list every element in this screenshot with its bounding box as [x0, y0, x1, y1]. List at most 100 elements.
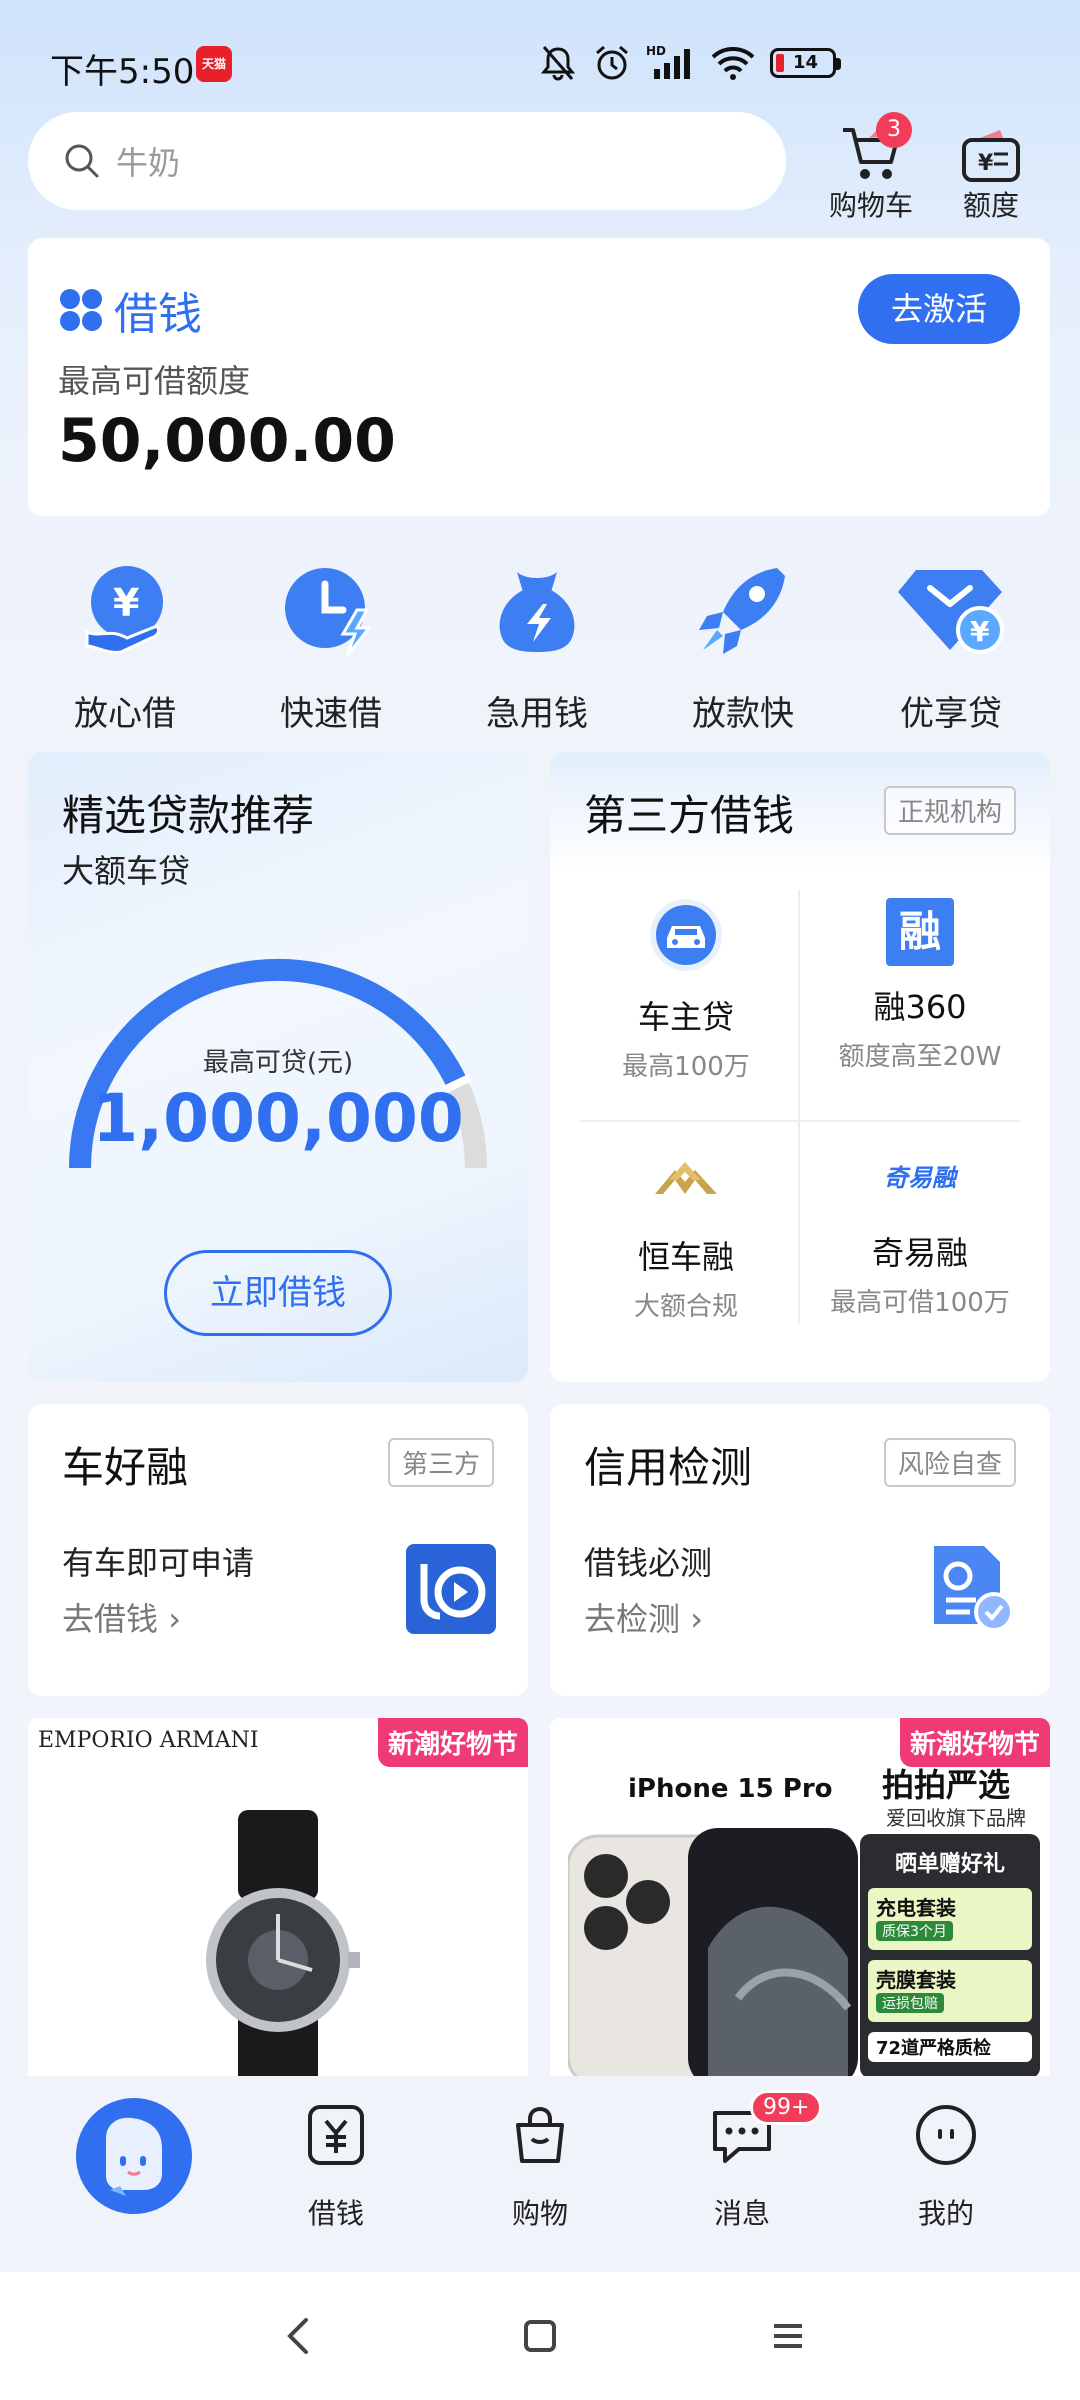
cart-button[interactable]: 3 购物车 [816, 112, 926, 224]
loan-card[interactable]: 借钱 最高可借额度 50,000.00 去激活 [28, 238, 1050, 516]
document-check-icon [934, 1546, 1014, 1632]
chehaorong-panel[interactable]: 车好融 第三方 有车即可申请 去借钱 › [28, 1404, 528, 1696]
quick-action-fangkuankuai[interactable]: 放款快 [658, 552, 828, 735]
svg-text:¥: ¥ [978, 151, 994, 176]
nav-label: 借钱 [307, 2197, 364, 2230]
gauge-value: 1,000,000 [92, 1080, 464, 1157]
credit-check-title: 信用检测 [584, 1443, 753, 1492]
go-borrow-link[interactable]: 去借钱 › [62, 1594, 181, 1640]
cart-count-badge: 3 [876, 112, 912, 148]
status-icons: HD 14 [538, 40, 841, 86]
qiyirong-logo-icon: 奇易融 [884, 1164, 956, 1192]
promo-subtitle: 爱回收旗下品牌 [886, 1806, 1026, 1830]
product-card-iphone[interactable]: 新潮好物节 iPhone 15 Pro 拍拍严选 爱回收旗下品牌 晒单赠好礼 充… [550, 1718, 1050, 2078]
lender-qiyirong[interactable]: 奇易融 奇易融 最高可借100万 [810, 1144, 1030, 1319]
product-card-watch[interactable]: EMPORIO ARMANI 新潮好物节 [28, 1718, 528, 2078]
quick-action-youxiangdai[interactable]: ¥ 优享贷 [866, 552, 1036, 735]
lender-rong360[interactable]: 融 融360 额度高至20W [810, 898, 1030, 1073]
lender-desc: 大额合规 [633, 1292, 738, 1322]
search-placeholder: 牛奶 [116, 144, 181, 182]
quick-action-kuaisujie[interactable]: 快速借 [246, 552, 416, 735]
credit-check-tag: 风险自查 [883, 1438, 1016, 1487]
gift-item: 72道严格质检 [868, 2032, 1032, 2062]
quick-action-label: 急用钱 [486, 694, 588, 734]
quick-action-jiyongqian[interactable]: 急用钱 [452, 552, 622, 735]
featured-loan-panel[interactable]: 精选贷款推荐 大额车贷 最高可贷(元) 1,000,000 立即借钱 [28, 752, 528, 1382]
lender-desc: 最高100万 [622, 1052, 750, 1082]
svg-text:¥: ¥ [970, 615, 990, 648]
gauge-label: 最高可贷(元) [202, 1048, 354, 1078]
signal-hd-icon: HD [646, 44, 690, 79]
activate-button[interactable]: 去激活 [858, 274, 1020, 344]
shopping-bag-icon [516, 2106, 564, 2163]
watch-image [206, 1810, 360, 2078]
lender-name: 车主贷 [637, 998, 734, 1036]
third-party-panel: 第三方借钱 正规机构 车主贷 最高100万 融 融360 额度高至20W 恒车融… [550, 752, 1050, 1382]
go-check-link[interactable]: 去检测 › [584, 1594, 703, 1640]
search-bar[interactable]: 牛奶 [28, 112, 786, 210]
quota-button[interactable]: ¥ 额度 [936, 112, 1046, 224]
loan-subtitle: 最高可借额度 [58, 362, 251, 400]
status-time: 下午5:50 [50, 52, 195, 92]
svg-text:¥: ¥ [113, 581, 139, 625]
gift-panel: 晒单赠好礼 充电套装 质保3个月 壳膜套装 运损包赔 72道严格质检 [860, 1834, 1040, 2078]
search-icon [65, 144, 99, 178]
lender-name: 恒车融 [637, 1238, 734, 1276]
featured-loan-title: 精选贷款推荐 [62, 791, 315, 840]
yuan-hand-icon: ¥ [85, 566, 163, 654]
quick-action-label: 优享贷 [900, 694, 1002, 734]
gift-title: 晒单赠好礼 [894, 1852, 1005, 1877]
quick-action-label: 放款快 [692, 694, 794, 734]
tmall-notification-icon: 天猫 [196, 46, 232, 82]
lender-desc: 额度高至20W [838, 1042, 1002, 1072]
chehaorong-title: 车好融 [62, 1443, 189, 1492]
borrow-now-button[interactable]: 立即借钱 [164, 1250, 392, 1336]
rocket-icon [699, 568, 785, 654]
quota-label: 额度 [962, 189, 1019, 222]
chehaorong-logo-icon [406, 1544, 496, 1634]
nav-profile[interactable]: 我的 [876, 2096, 1016, 2232]
lender-chezhudai[interactable]: 车主贷 最高100万 [576, 898, 796, 1083]
featured-loan-subtitle: 大额车贷 [62, 852, 191, 890]
quick-action-fangxinjie[interactable]: ¥ 放心借 [40, 552, 210, 735]
chehaorong-line: 有车即可申请 [62, 1544, 255, 1582]
chehaorong-tag: 第三方 [387, 1438, 494, 1487]
profile-face-icon [916, 2105, 976, 2165]
battery-icon: 14 [770, 48, 841, 78]
clock-bolt-icon [285, 568, 373, 657]
nav-label: 我的 [917, 2197, 974, 2230]
car-icon [650, 899, 722, 971]
lender-name: 融360 [873, 988, 967, 1026]
lender-desc: 最高可借100万 [830, 1288, 1010, 1318]
money-bag-icon [499, 572, 575, 652]
battery-level: 14 [793, 52, 819, 73]
promo-badge: 新潮好物节 [377, 1718, 528, 1767]
gift-item: 充电套装 [876, 1896, 956, 1920]
wallet-icon: ¥ [962, 130, 1020, 182]
gift-item-note: 质保3个月 [876, 1921, 953, 1941]
nav-shopping[interactable]: 购物 [470, 2096, 610, 2232]
divider [580, 1120, 1020, 1122]
quick-action-label: 快速借 [280, 694, 382, 734]
cart-label: 购物车 [828, 189, 913, 222]
quick-action-label: 放心借 [74, 694, 176, 734]
rong-logo-icon: 融 [886, 898, 954, 966]
home-icon[interactable] [520, 2316, 560, 2356]
menu-icon[interactable] [768, 2316, 808, 2356]
nav-borrow[interactable]: 借钱 [266, 2096, 406, 2232]
alarm-icon [596, 45, 628, 80]
third-party-title: 第三方借钱 [584, 791, 795, 840]
clover-icon [60, 289, 102, 331]
promo-title: 拍拍严选 [882, 1766, 1011, 1804]
svg-text:HD: HD [646, 44, 666, 58]
divider [798, 890, 800, 1324]
home-mascot-button[interactable] [76, 2098, 192, 2214]
credit-check-line: 借钱必测 [584, 1544, 713, 1582]
loan-title-text: 借钱 [114, 289, 202, 340]
brand-logo: EMPORIO ARMANI [38, 1728, 259, 1753]
credit-check-panel[interactable]: 信用检测 风险自查 借钱必测 去检测 › [550, 1404, 1050, 1696]
lender-hengcherong[interactable]: 恒车融 大额合规 [576, 1144, 796, 1323]
back-icon[interactable] [280, 2316, 316, 2356]
nav-messages[interactable]: 99+ 消息 [672, 2090, 823, 2232]
loan-title: 借钱 [58, 278, 202, 342]
